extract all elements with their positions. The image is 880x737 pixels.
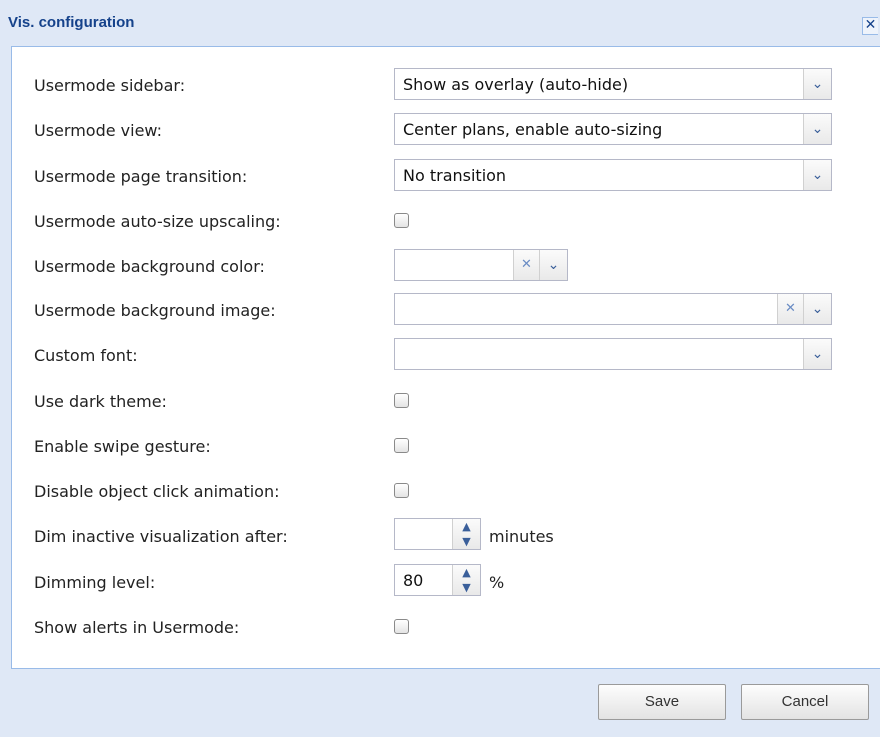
chevron-down-icon: ⌄ bbox=[811, 301, 824, 317]
custom-font-label: Custom font: bbox=[34, 346, 138, 365]
dimming-level-value: 80 bbox=[403, 571, 424, 590]
usermode-view-dropdown-trigger[interactable]: ⌄ bbox=[803, 114, 831, 144]
background-color-clear-button[interactable]: ✕ bbox=[513, 250, 539, 280]
dimming-level-spinner: ▲ ▼ bbox=[452, 565, 480, 595]
spinner-up-icon[interactable]: ▲ bbox=[453, 519, 480, 534]
dark-theme-checkbox[interactable] bbox=[394, 393, 409, 408]
dim-after-spinner: ▲ ▼ bbox=[452, 519, 480, 549]
chevron-down-icon: ⌄ bbox=[811, 76, 824, 92]
background-image-label: Usermode background image: bbox=[34, 301, 276, 320]
page-transition-value: No transition bbox=[403, 166, 507, 185]
page-transition-label: Usermode page transition: bbox=[34, 167, 248, 186]
background-color-label: Usermode background color: bbox=[34, 257, 265, 276]
chevron-down-icon: ⌄ bbox=[811, 346, 824, 362]
usermode-sidebar-value: Show as overlay (auto-hide) bbox=[403, 75, 629, 94]
chevron-down-icon: ⌄ bbox=[547, 257, 560, 273]
background-color-picker[interactable]: ✕ ⌄ bbox=[394, 249, 568, 281]
dark-theme-label: Use dark theme: bbox=[34, 392, 167, 411]
dialog-titlebar: Vis. configuration ✕ bbox=[0, 0, 880, 46]
dim-after-stepper[interactable]: ▲ ▼ bbox=[394, 518, 481, 550]
show-alerts-label: Show alerts in Usermode: bbox=[34, 618, 240, 637]
chevron-down-icon: ⌄ bbox=[811, 121, 824, 137]
dimming-level-label: Dimming level: bbox=[34, 573, 156, 592]
auto-size-upscaling-label: Usermode auto-size upscaling: bbox=[34, 212, 281, 231]
spinner-down-icon[interactable]: ▼ bbox=[453, 534, 480, 549]
dim-after-unit: minutes bbox=[489, 527, 554, 546]
chevron-down-icon: ⌄ bbox=[811, 167, 824, 183]
dim-after-label: Dim inactive visualization after: bbox=[34, 527, 288, 546]
vis-configuration-dialog: Vis. configuration ✕ Usermode sidebar: S… bbox=[0, 0, 880, 737]
usermode-view-select[interactable]: Center plans, enable auto-sizing ⌄ bbox=[394, 113, 832, 145]
cancel-button[interactable]: Cancel bbox=[741, 684, 869, 720]
dimming-level-stepper[interactable]: 80 ▲ ▼ bbox=[394, 564, 481, 596]
page-transition-select[interactable]: No transition ⌄ bbox=[394, 159, 832, 191]
background-image-select[interactable]: ✕ ⌄ bbox=[394, 293, 832, 325]
spinner-up-icon[interactable]: ▲ bbox=[453, 565, 480, 580]
close-button[interactable]: ✕ bbox=[862, 17, 878, 35]
dialog-title: Vis. configuration bbox=[8, 14, 135, 31]
close-icon: ✕ bbox=[864, 17, 877, 33]
show-alerts-checkbox[interactable] bbox=[394, 619, 409, 634]
usermode-view-value: Center plans, enable auto-sizing bbox=[403, 120, 663, 139]
custom-font-select[interactable]: ⌄ bbox=[394, 338, 832, 370]
click-animation-checkbox[interactable] bbox=[394, 483, 409, 498]
usermode-view-label: Usermode view: bbox=[34, 121, 163, 140]
swipe-gesture-checkbox[interactable] bbox=[394, 438, 409, 453]
swipe-gesture-label: Enable swipe gesture: bbox=[34, 437, 211, 456]
background-image-dropdown-trigger[interactable]: ⌄ bbox=[803, 294, 831, 324]
background-image-clear-button[interactable]: ✕ bbox=[777, 294, 803, 324]
save-button[interactable]: Save bbox=[598, 684, 726, 720]
auto-size-upscaling-checkbox[interactable] bbox=[394, 213, 409, 228]
page-transition-dropdown-trigger[interactable]: ⌄ bbox=[803, 160, 831, 190]
dimming-level-unit: % bbox=[489, 573, 505, 592]
clear-x-icon: ✕ bbox=[521, 257, 532, 272]
click-animation-label: Disable object click animation: bbox=[34, 482, 280, 501]
spinner-down-icon[interactable]: ▼ bbox=[453, 580, 480, 595]
usermode-sidebar-select[interactable]: Show as overlay (auto-hide) ⌄ bbox=[394, 68, 832, 100]
usermode-sidebar-label: Usermode sidebar: bbox=[34, 76, 186, 95]
clear-x-icon: ✕ bbox=[785, 301, 796, 316]
custom-font-dropdown-trigger[interactable]: ⌄ bbox=[803, 339, 831, 369]
usermode-sidebar-dropdown-trigger[interactable]: ⌄ bbox=[803, 69, 831, 99]
background-color-dropdown-trigger[interactable]: ⌄ bbox=[539, 250, 567, 280]
